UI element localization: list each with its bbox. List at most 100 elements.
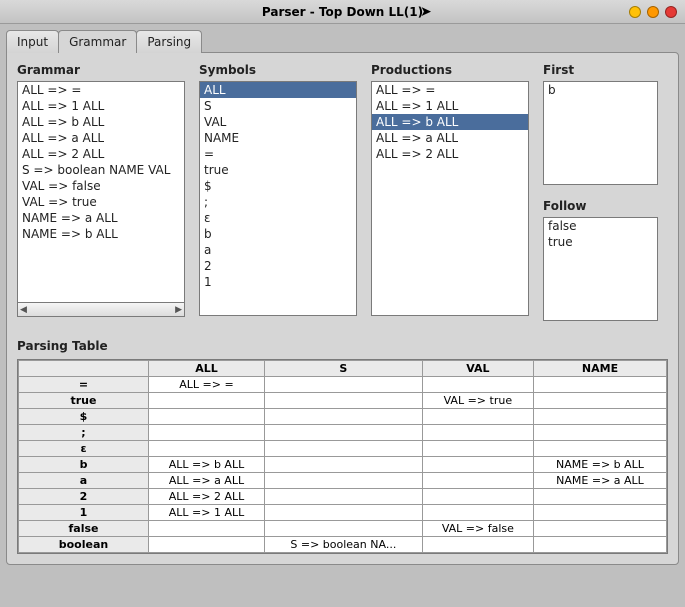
list-item[interactable]: ; <box>200 194 356 210</box>
table-cell[interactable] <box>149 441 265 457</box>
table-cell[interactable]: NAME => b ALL <box>534 457 667 473</box>
table-row-header[interactable]: false <box>19 521 149 537</box>
table-cell[interactable] <box>422 425 533 441</box>
table-cell[interactable]: ALL => 2 ALL <box>149 489 265 505</box>
list-item[interactable]: true <box>544 234 657 250</box>
table-cell[interactable] <box>534 441 667 457</box>
list-item[interactable]: ALL => = <box>372 82 528 98</box>
table-cell[interactable] <box>149 521 265 537</box>
tab-parsing[interactable]: Parsing <box>136 30 202 53</box>
list-item[interactable]: ALL <box>200 82 356 98</box>
list-item[interactable]: ALL => a ALL <box>18 130 184 146</box>
table-cell[interactable] <box>264 457 422 473</box>
list-item[interactable]: VAL <box>200 114 356 130</box>
list-item[interactable]: NAME => a ALL <box>18 210 184 226</box>
table-cell[interactable] <box>264 409 422 425</box>
table-cell[interactable] <box>264 377 422 393</box>
table-cell[interactable] <box>534 505 667 521</box>
table-cell[interactable] <box>149 425 265 441</box>
list-item[interactable]: 1 <box>200 274 356 290</box>
table-cell[interactable] <box>149 537 265 553</box>
table-row-header[interactable]: ε <box>19 441 149 457</box>
table-row-header[interactable]: 2 <box>19 489 149 505</box>
first-list[interactable]: b <box>543 81 658 185</box>
table-cell[interactable] <box>264 441 422 457</box>
list-item[interactable]: b <box>544 82 657 98</box>
table-cell[interactable] <box>264 505 422 521</box>
table-cell[interactable] <box>149 393 265 409</box>
table-cell[interactable]: VAL => true <box>422 393 533 409</box>
list-item[interactable]: = <box>200 146 356 162</box>
list-item[interactable]: b <box>200 226 356 242</box>
close-button[interactable] <box>665 6 677 18</box>
table-cell[interactable] <box>149 409 265 425</box>
table-cell[interactable]: NAME => a ALL <box>534 473 667 489</box>
list-item[interactable]: ALL => 1 ALL <box>18 98 184 114</box>
table-cell[interactable] <box>422 457 533 473</box>
table-cell[interactable] <box>422 409 533 425</box>
list-item[interactable]: ALL => b ALL <box>372 114 528 130</box>
scroll-right-icon[interactable]: ▶ <box>175 305 182 315</box>
table-col-header[interactable]: VAL <box>422 361 533 377</box>
table-cell[interactable] <box>534 537 667 553</box>
parsing-table[interactable]: ALLSVALNAME=ALL => =trueVAL => true$;εbA… <box>18 360 667 553</box>
list-item[interactable]: true <box>200 162 356 178</box>
productions-list[interactable]: ALL => =ALL => 1 ALLALL => b ALLALL => a… <box>371 81 529 316</box>
list-item[interactable]: ε <box>200 210 356 226</box>
list-item[interactable]: S => boolean NAME VAL <box>18 162 184 178</box>
table-col-header[interactable]: NAME <box>534 361 667 377</box>
list-item[interactable]: VAL => false <box>18 178 184 194</box>
grammar-list[interactable]: ALL => =ALL => 1 ALLALL => b ALLALL => a… <box>17 81 185 303</box>
table-row-header[interactable]: b <box>19 457 149 473</box>
table-cell[interactable] <box>422 537 533 553</box>
table-cell[interactable] <box>534 393 667 409</box>
table-cell[interactable]: S => boolean NA... <box>264 537 422 553</box>
table-cell[interactable]: VAL => false <box>422 521 533 537</box>
table-cell[interactable]: ALL => b ALL <box>149 457 265 473</box>
tab-input[interactable]: Input <box>6 30 59 53</box>
list-item[interactable]: 2 <box>200 258 356 274</box>
list-item[interactable]: ALL => 2 ALL <box>18 146 184 162</box>
table-col-header[interactable]: ALL <box>149 361 265 377</box>
table-cell[interactable] <box>534 425 667 441</box>
grammar-hscrollbar[interactable]: ◀ ▶ <box>17 303 185 317</box>
maximize-button[interactable] <box>647 6 659 18</box>
table-row-header[interactable]: true <box>19 393 149 409</box>
list-item[interactable]: a <box>200 242 356 258</box>
table-cell[interactable] <box>422 377 533 393</box>
list-item[interactable]: S <box>200 98 356 114</box>
scroll-left-icon[interactable]: ◀ <box>20 305 27 315</box>
table-cell[interactable] <box>534 521 667 537</box>
list-item[interactable]: false <box>544 218 657 234</box>
list-item[interactable]: VAL => true <box>18 194 184 210</box>
list-item[interactable]: NAME <box>200 130 356 146</box>
table-cell[interactable]: ALL => 1 ALL <box>149 505 265 521</box>
list-item[interactable]: ALL => = <box>18 82 184 98</box>
table-cell[interactable] <box>534 489 667 505</box>
table-cell[interactable] <box>422 473 533 489</box>
table-row-header[interactable]: = <box>19 377 149 393</box>
table-row-header[interactable]: $ <box>19 409 149 425</box>
table-cell[interactable] <box>534 377 667 393</box>
table-cell[interactable] <box>264 489 422 505</box>
table-col-header[interactable]: S <box>264 361 422 377</box>
table-row-header[interactable]: a <box>19 473 149 489</box>
table-cell[interactable] <box>422 489 533 505</box>
list-item[interactable]: NAME => b ALL <box>18 226 184 242</box>
table-cell[interactable] <box>264 473 422 489</box>
table-cell[interactable]: ALL => = <box>149 377 265 393</box>
symbols-list[interactable]: ALLSVALNAME=true$;εba21 <box>199 81 357 316</box>
table-cell[interactable] <box>534 409 667 425</box>
minimize-button[interactable] <box>629 6 641 18</box>
table-row-header[interactable]: ; <box>19 425 149 441</box>
tab-grammar[interactable]: Grammar <box>58 30 137 53</box>
follow-list[interactable]: falsetrue <box>543 217 658 321</box>
table-row-header[interactable]: boolean <box>19 537 149 553</box>
list-item[interactable]: ALL => 1 ALL <box>372 98 528 114</box>
table-cell[interactable] <box>422 441 533 457</box>
list-item[interactable]: ALL => a ALL <box>372 130 528 146</box>
list-item[interactable]: $ <box>200 178 356 194</box>
table-row-header[interactable]: 1 <box>19 505 149 521</box>
table-cell[interactable] <box>264 425 422 441</box>
list-item[interactable]: ALL => 2 ALL <box>372 146 528 162</box>
